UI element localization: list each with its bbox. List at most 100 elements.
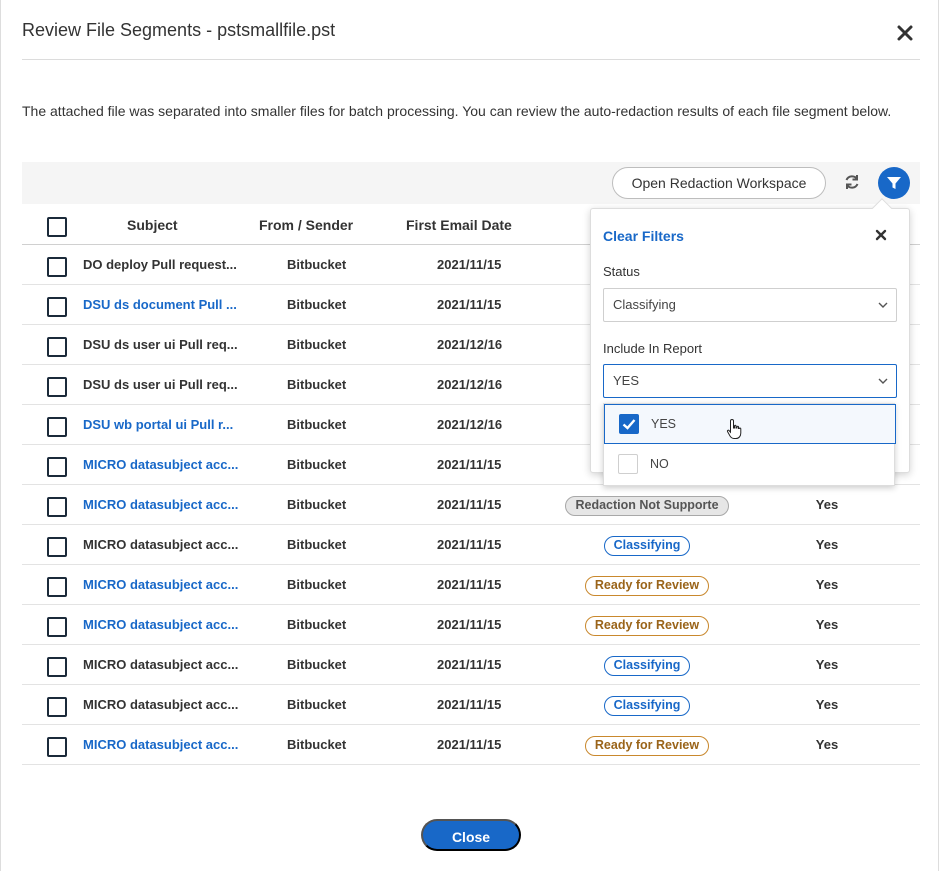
row-subject: DSU ds user ui Pull req... — [83, 337, 238, 352]
status-badge: Ready for Review — [584, 735, 710, 756]
row-sender: Bitbucket — [287, 377, 347, 392]
status-badge: Classifying — [603, 535, 691, 556]
row-subject: DSU ds user ui Pull req... — [83, 377, 238, 392]
table-row: MICRO datasubject acc... Bitbucket 2021/11… — [22, 645, 920, 685]
row-date: 2021/11/15 — [437, 737, 502, 752]
option-no-label: NO — [650, 457, 669, 471]
row-checkbox[interactable] — [47, 697, 67, 717]
option-yes-label: YES — [651, 417, 677, 431]
status-badge: Classifying — [603, 695, 691, 716]
row-date: 2021/12/16 — [437, 417, 503, 432]
row-date: 2021/11/15 — [437, 297, 502, 312]
row-subject: MICRO datasubject acc... — [83, 657, 239, 672]
option-no[interactable]: NO — [604, 445, 896, 485]
include-select-value: YES — [613, 373, 640, 388]
row-subject: DO deploy Pull request... — [83, 257, 237, 272]
row-sender: Bitbucket — [287, 497, 347, 512]
row-date: 2021/11/15 — [437, 497, 502, 512]
row-checkbox[interactable] — [47, 377, 67, 397]
row-date: 2021/11/15 — [437, 537, 502, 552]
status-select-value: Classifying — [613, 297, 676, 312]
modal-title: Review File Segments - pstsmallfile.pst — [22, 20, 336, 40]
row-subject: MICRO datasubject acc... — [83, 537, 239, 552]
status-badge: Ready for Review — [584, 615, 710, 636]
refresh-icon[interactable] — [842, 172, 862, 192]
row-checkbox[interactable] — [47, 657, 67, 677]
column-header-from[interactable]: From / Sender — [259, 205, 369, 245]
table-row: MICRO datasubject acc... Bitbucket 2021/11… — [22, 565, 920, 605]
row-date: 2021/12/16 — [437, 377, 503, 392]
table-toolbar: Open Redaction Workspace — [22, 162, 920, 204]
status-badge: Ready for Review — [584, 575, 710, 596]
row-checkbox[interactable] — [47, 417, 67, 437]
row-subject[interactable]: MICRO datasubject acc... — [83, 445, 248, 485]
row-sender: Bitbucket — [287, 257, 347, 272]
row-status: Classifying — [552, 685, 742, 725]
filter-icon — [887, 177, 901, 189]
close-icon[interactable] — [895, 23, 915, 43]
row-date: 2021/11/15 — [437, 457, 502, 472]
row-subject: MICRO datasubject acc... — [83, 697, 239, 712]
open-redaction-workspace-button[interactable]: Open Redaction Workspace — [612, 167, 826, 199]
row-status: Classifying — [552, 525, 742, 565]
table-row: MICRO datasubject acc... Bitbucket 2021/11… — [22, 685, 920, 725]
row-sender: Bitbucket — [287, 457, 347, 472]
filter-button[interactable] — [878, 167, 910, 199]
row-sender: Bitbucket — [287, 337, 347, 352]
row-checkbox[interactable] — [47, 337, 67, 357]
row-subject[interactable]: DSU ds document Pull ... — [83, 285, 248, 325]
status-badge: Redaction Not Supporte — [565, 495, 729, 516]
row-checkbox[interactable] — [47, 537, 67, 557]
option-yes[interactable]: YES — [604, 404, 896, 444]
row-checkbox[interactable] — [47, 577, 67, 597]
column-header-date[interactable]: First Email Date — [406, 205, 536, 245]
row-status: Classifying — [552, 645, 742, 685]
row-checkbox[interactable] — [47, 737, 67, 757]
clear-filters-link[interactable]: Clear Filters — [603, 228, 684, 244]
row-include-in-report: Yes — [815, 537, 839, 552]
row-subject[interactable]: DSU wb portal ui Pull r... — [83, 405, 248, 445]
row-date: 2021/11/15 — [437, 657, 502, 672]
row-checkbox[interactable] — [47, 617, 67, 637]
row-date: 2021/11/15 — [437, 697, 502, 712]
table-row: MICRO datasubject acc... Bitbucket 2021/11… — [22, 485, 920, 525]
row-checkbox[interactable] — [47, 457, 67, 477]
row-include-in-report: Yes — [815, 657, 839, 672]
row-include-in-report: Yes — [815, 697, 839, 712]
status-select[interactable]: Classifying — [603, 288, 897, 322]
option-no-checkbox[interactable] — [618, 454, 638, 474]
option-yes-checkbox[interactable] — [619, 414, 639, 434]
table-row: MICRO datasubject acc... Bitbucket 2021/11… — [22, 725, 920, 765]
review-file-segments-modal: Review File Segments - pstsmallfile.pst … — [0, 0, 939, 871]
row-sender: Bitbucket — [287, 537, 347, 552]
select-all-checkbox[interactable] — [47, 217, 67, 237]
row-subject[interactable]: MICRO datasubject acc... — [83, 565, 248, 605]
row-checkbox[interactable] — [47, 497, 67, 517]
row-include-in-report: Yes — [815, 577, 839, 592]
include-in-report-dropdown: YES NO — [603, 403, 896, 486]
row-date: 2021/12/16 — [437, 337, 503, 352]
row-status: Ready for Review — [552, 725, 742, 765]
row-status: Redaction Not Supporte — [552, 485, 742, 525]
row-sender: Bitbucket — [287, 617, 347, 632]
row-sender: Bitbucket — [287, 577, 347, 592]
row-sender: Bitbucket — [287, 657, 347, 672]
close-button[interactable]: Close — [421, 819, 521, 851]
row-checkbox[interactable] — [47, 257, 67, 277]
row-checkbox[interactable] — [47, 297, 67, 317]
row-subject[interactable]: MICRO datasubject acc... — [83, 605, 248, 645]
row-sender: Bitbucket — [287, 297, 347, 312]
row-date: 2021/11/15 — [437, 617, 502, 632]
status-label: Status — [603, 264, 640, 279]
row-subject[interactable]: MICRO datasubject acc... — [83, 485, 248, 525]
table-row: MICRO datasubject acc... Bitbucket 2021/11… — [22, 605, 920, 645]
include-in-report-label: Include In Report — [603, 341, 703, 356]
include-in-report-select[interactable]: YES — [603, 364, 897, 398]
hand-pointer-icon — [726, 418, 742, 439]
row-subject[interactable]: MICRO datasubject acc... — [83, 725, 248, 765]
row-status: Ready for Review — [552, 605, 742, 645]
chevron-down-icon — [878, 302, 888, 308]
close-icon[interactable] — [874, 228, 888, 242]
modal-header: Review File Segments - pstsmallfile.pst — [22, 0, 920, 60]
table-row: MICRO datasubject acc... Bitbucket 2021/11… — [22, 525, 920, 565]
